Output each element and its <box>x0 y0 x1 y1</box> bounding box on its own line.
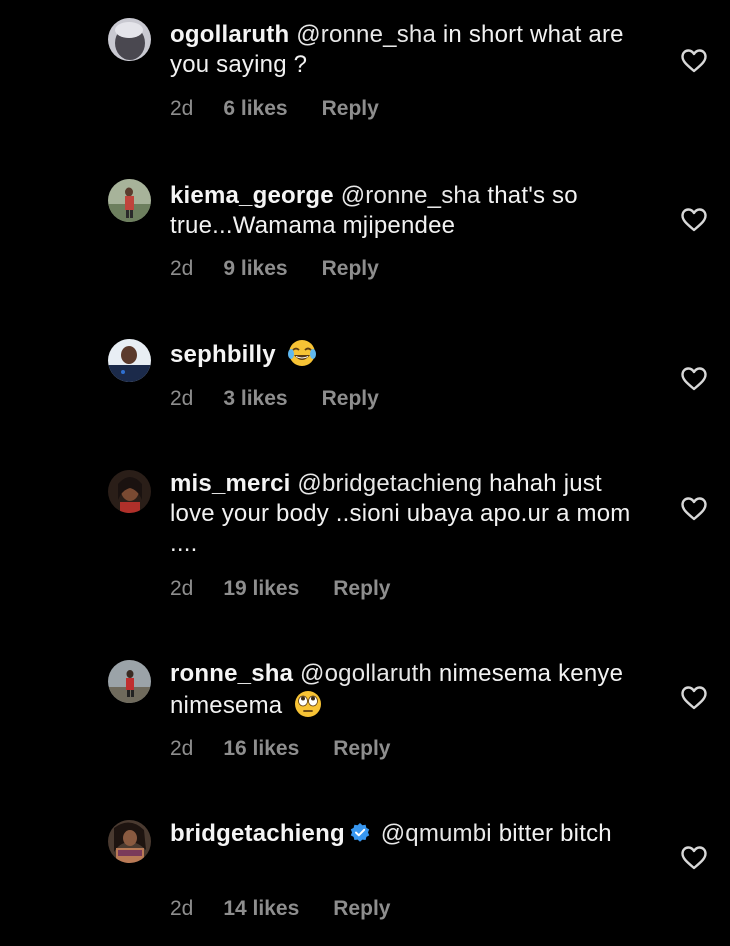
comment-username[interactable]: mis_merci <box>170 470 291 497</box>
comment-username[interactable]: ogollaruth <box>170 21 289 48</box>
comment-time: 2d <box>170 737 194 760</box>
heart-outline-icon[interactable] <box>681 497 707 521</box>
heart-outline-icon[interactable] <box>681 846 707 870</box>
avatar-image <box>108 179 151 222</box>
comment-body: bitter bitch <box>491 820 612 847</box>
avatar[interactable] <box>108 660 151 703</box>
reply-button[interactable]: Reply <box>322 96 379 122</box>
comment-username[interactable]: ronne_sha <box>170 660 293 687</box>
comment-text: mis_merci @bridgetachieng hahah just lov… <box>170 469 640 559</box>
avatar-image <box>108 820 151 863</box>
comment-text: sephbilly <box>170 338 640 370</box>
avatar-image <box>108 18 151 61</box>
comment-meta: 2d 3 likes Reply <box>170 386 379 412</box>
reply-button[interactable]: Reply <box>333 576 390 602</box>
comment-time: 2d <box>170 257 194 280</box>
comment-text: ronne_sha @ogollaruth nimesema kenye nim… <box>170 659 640 721</box>
heart-outline-icon[interactable] <box>681 367 707 391</box>
avatar[interactable] <box>108 179 151 222</box>
comment-meta: 2d 9 likes Reply <box>170 256 379 282</box>
comment-meta: 2d 14 likes Reply <box>170 896 390 922</box>
comment-username[interactable]: kiema_george <box>170 182 334 209</box>
heart-outline-icon[interactable] <box>681 208 707 232</box>
reply-button[interactable]: Reply <box>333 736 390 762</box>
avatar-image <box>108 660 151 703</box>
avatar-image <box>108 470 151 513</box>
heart-outline-icon[interactable] <box>681 686 707 710</box>
comment-likes[interactable]: 14 likes <box>223 896 299 922</box>
comment-time: 2d <box>170 387 194 410</box>
comment-likes[interactable]: 19 likes <box>223 576 299 602</box>
comment-mention[interactable]: @ronne_sha <box>296 21 436 48</box>
comment-time: 2d <box>170 97 194 120</box>
reply-button[interactable]: Reply <box>322 386 379 412</box>
avatar[interactable] <box>108 470 151 513</box>
comment-mention[interactable]: @qmumbi <box>381 820 492 847</box>
comment-likes[interactable]: 9 likes <box>223 256 287 282</box>
comment-mention[interactable]: @bridgetachieng <box>297 470 482 497</box>
comment-time: 2d <box>170 577 194 600</box>
verified-badge-icon <box>349 822 371 844</box>
comment-likes[interactable]: 3 likes <box>223 386 287 412</box>
comment-text: bridgetachieng @qmumbi bitter bitch <box>170 819 640 849</box>
comment-username[interactable]: bridgetachieng <box>170 820 345 847</box>
heart-outline-icon[interactable] <box>681 49 707 73</box>
comment-text: ogollaruth @ronne_sha in short what are … <box>170 20 640 80</box>
comment-text: kiema_george @ronne_sha that's so true..… <box>170 181 640 241</box>
comment-meta: 2d 19 likes Reply <box>170 576 390 602</box>
avatar[interactable] <box>108 820 151 863</box>
comment-mention[interactable]: @ogollaruth <box>300 660 432 687</box>
comment-likes[interactable]: 6 likes <box>223 96 287 122</box>
comment-meta: 2d 6 likes Reply <box>170 96 379 122</box>
comment-time: 2d <box>170 897 194 920</box>
avatar-image <box>108 339 151 382</box>
avatar[interactable] <box>108 339 151 382</box>
reply-button[interactable]: Reply <box>322 256 379 282</box>
comment-meta: 2d 16 likes Reply <box>170 736 390 762</box>
comment-likes[interactable]: 16 likes <box>223 736 299 762</box>
comment-mention[interactable]: @ronne_sha <box>341 182 481 209</box>
face-with-tears-of-joy-icon <box>287 338 317 368</box>
face-with-rolling-eyes-icon <box>293 689 323 719</box>
reply-button[interactable]: Reply <box>333 896 390 922</box>
comment-username[interactable]: sephbilly <box>170 341 276 368</box>
avatar[interactable] <box>108 18 151 61</box>
